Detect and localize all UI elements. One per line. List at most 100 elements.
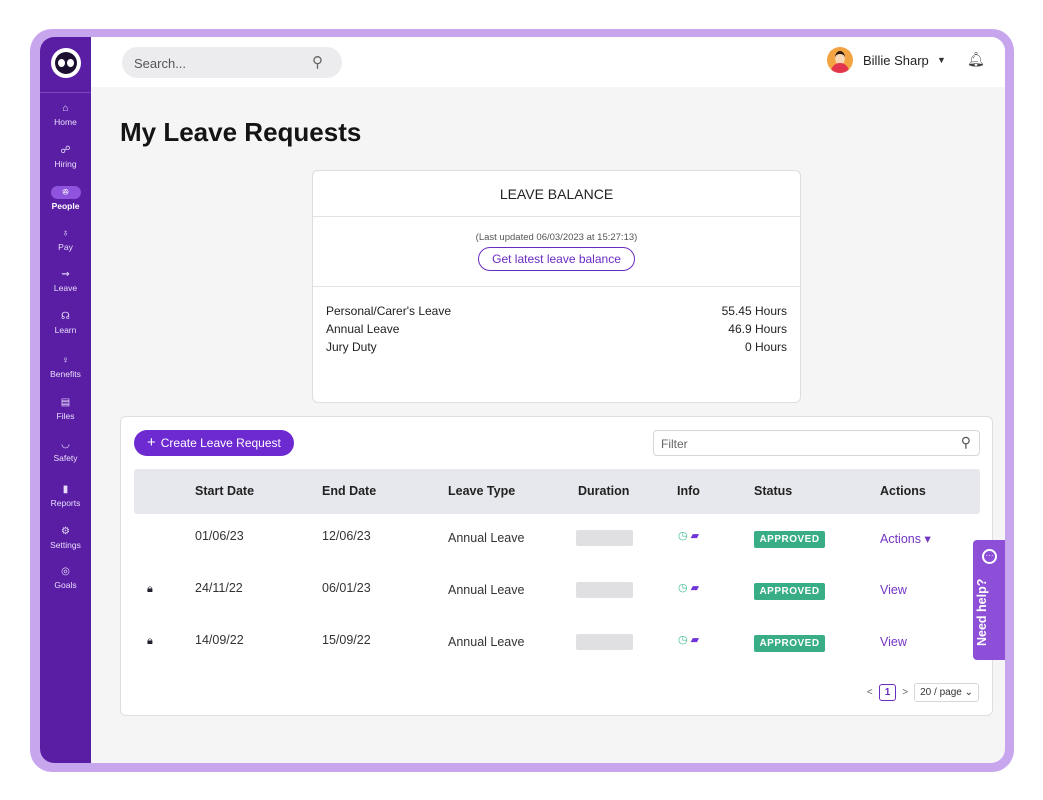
table-row: 🔒︎ 24/11/22 06/01/23 Annual Leave ◷ ▰ APP… [134, 573, 980, 625]
sidebar-item-hiring[interactable]: ☍ Hiring [40, 145, 91, 170]
balance-leave-type: Jury Duty [326, 340, 377, 354]
view-link[interactable]: View [880, 635, 907, 649]
sidebar-item-benefits[interactable]: ♀ Benefits [40, 355, 91, 380]
sidebar-item-settings[interactable]: ⚙ Settings [40, 526, 91, 551]
sidebar-item-label: Settings [50, 540, 81, 550]
leave-type-cell: Annual Leave [448, 635, 525, 649]
next-page-button[interactable]: > [902, 687, 908, 698]
sidebar-item-label: Files [56, 411, 75, 421]
sidebar-item-pay[interactable]: ♁ Pay [40, 228, 91, 253]
sidebar-item-label: Pay [58, 242, 73, 252]
balance-row: Jury Duty 0 Hours [326, 338, 787, 356]
leave-balance-card: LEAVE BALANCE (Last updated 06/03/2023 a… [312, 170, 801, 403]
column-header-start-date[interactable]: Start Date [195, 484, 254, 498]
sidebar-item-reports[interactable]: ▮ Reports [40, 484, 91, 509]
filter-input[interactable]: Filter [661, 437, 688, 451]
prev-page-button[interactable]: < [867, 687, 873, 698]
sidebar-item-leave[interactable]: ⇝ Leave [40, 269, 91, 294]
sidebar-item-label: Goals [54, 580, 77, 590]
leave-balance-list: Personal/Carer's Leave 55.45 Hours Annua… [313, 287, 800, 356]
sidebar-item-label: Safety [53, 453, 78, 463]
sidebar-item-label: Reports [50, 498, 81, 508]
reports-icon: ▮ [62, 484, 69, 495]
status-badge: APPROVED [754, 635, 825, 652]
chat-icon[interactable]: ▰ [691, 582, 699, 594]
balance-row: Personal/Carer's Leave 55.45 Hours [326, 302, 787, 320]
learn-icon: ☊ [61, 311, 70, 322]
end-date-cell: 12/06/23 [322, 529, 371, 543]
table-row: 🔒︎ 14/09/22 15/09/22 Annual Leave ◷ ▰ APP… [134, 625, 980, 677]
end-date-cell: 15/09/22 [322, 633, 371, 647]
clock-icon[interactable]: ◷ [678, 530, 688, 542]
balance-hours: 0 Hours [744, 340, 787, 354]
info-icons: ◷ ▰ [678, 529, 699, 542]
benefits-icon: ♀ [61, 355, 70, 366]
leave-balance-heading: LEAVE BALANCE [313, 171, 800, 217]
lock-icon: 🔒︎ [147, 635, 153, 647]
sidebar-item-label: People [51, 201, 80, 211]
app-window: ⌂ Home ☍ Hiring ꔮ People ♁ Pay ⇝ Leave ☊… [40, 37, 1005, 763]
table-header: Start Date End Date Leave Type Duration … [134, 469, 980, 514]
sidebar-item-label: Hiring [54, 159, 77, 169]
sidebar-item-people[interactable]: ꔮ People [40, 186, 91, 212]
sidebar-item-label: Benefits [50, 369, 81, 379]
leave-balance-update-section: (Last updated 06/03/2023 at 15:27:13) Ge… [313, 217, 800, 287]
logo-icon [55, 52, 77, 74]
balance-leave-type: Personal/Carer's Leave [326, 304, 452, 318]
column-header-leave-type[interactable]: Leave Type [448, 484, 515, 498]
create-leave-request-button[interactable]: + Create Leave Request [134, 430, 294, 456]
balance-row: Annual Leave 46.9 Hours [326, 320, 787, 338]
goals-icon: ◎ [61, 566, 70, 577]
sidebar-item-home[interactable]: ⌂ Home [40, 103, 91, 128]
user-name[interactable]: Billie Sharp [863, 53, 929, 68]
current-page-button[interactable]: 1 [878, 683, 897, 701]
sidebar-divider [40, 92, 91, 93]
avatar[interactable] [827, 47, 853, 73]
start-date-cell: 24/11/22 [195, 581, 243, 595]
home-icon: ⌂ [62, 103, 69, 114]
search-input[interactable]: Search... [134, 56, 186, 71]
balance-leave-type: Annual Leave [326, 322, 400, 336]
view-link[interactable]: View [880, 583, 907, 597]
column-header-status[interactable]: Status [754, 484, 792, 498]
status-badge: APPROVED [754, 583, 825, 600]
duration-placeholder [576, 634, 633, 650]
column-header-duration[interactable]: Duration [578, 484, 629, 498]
page-size-select[interactable]: 20 / page ⌄ [914, 682, 979, 702]
plus-icon: + [147, 434, 156, 451]
column-header-actions: Actions [880, 484, 926, 498]
filter-field[interactable]: Filter ⚲ [653, 430, 980, 456]
chat-icon[interactable]: ▰ [691, 634, 699, 646]
clock-icon[interactable]: ◷ [678, 582, 688, 594]
hiring-icon: ☍ [60, 145, 71, 156]
info-icons: ◷ ▰ [678, 581, 699, 594]
get-latest-balance-button[interactable]: Get latest leave balance [478, 247, 635, 271]
page-title: My Leave Requests [120, 117, 362, 147]
sidebar-item-label: Leave [53, 283, 78, 293]
chevron-down-icon[interactable]: ▼ [937, 55, 946, 65]
sidebar: ⌂ Home ☍ Hiring ꔮ People ♁ Pay ⇝ Leave ☊… [40, 37, 91, 763]
need-help-tab[interactable]: ··· Need help? [973, 540, 1005, 660]
search-bar[interactable]: Search... ⚲ [122, 47, 342, 78]
search-icon[interactable]: ⚲ [312, 53, 323, 71]
column-header-info: Info [677, 484, 700, 498]
sidebar-item-safety[interactable]: ◡ Safety [40, 439, 91, 464]
last-updated-text: (Last updated 06/03/2023 at 15:27:13) [475, 232, 638, 243]
sidebar-item-goals[interactable]: ◎ Goals [40, 566, 91, 591]
chat-icon[interactable]: ▰ [691, 530, 699, 542]
app-logo[interactable] [51, 48, 81, 78]
search-icon[interactable]: ⚲ [961, 434, 971, 451]
bell-icon[interactable]: 🔔︎ [967, 51, 985, 68]
settings-icon: ⚙ [61, 526, 70, 537]
balance-hours: 55.45 Hours [721, 304, 787, 318]
actions-dropdown[interactable]: Actions ▾ [880, 531, 931, 546]
column-header-end-date[interactable]: End Date [322, 484, 376, 498]
sidebar-item-label: Learn [54, 325, 77, 335]
sidebar-item-learn[interactable]: ☊ Learn [40, 311, 91, 336]
clock-icon[interactable]: ◷ [678, 634, 688, 646]
leave-type-cell: Annual Leave [448, 583, 525, 597]
pagination: < 1 > 20 / page ⌄ [861, 682, 979, 702]
sidebar-item-files[interactable]: ▤ Files [40, 397, 91, 422]
leave-type-cell: Annual Leave [448, 531, 525, 545]
sidebar-item-label: Home [54, 117, 77, 127]
